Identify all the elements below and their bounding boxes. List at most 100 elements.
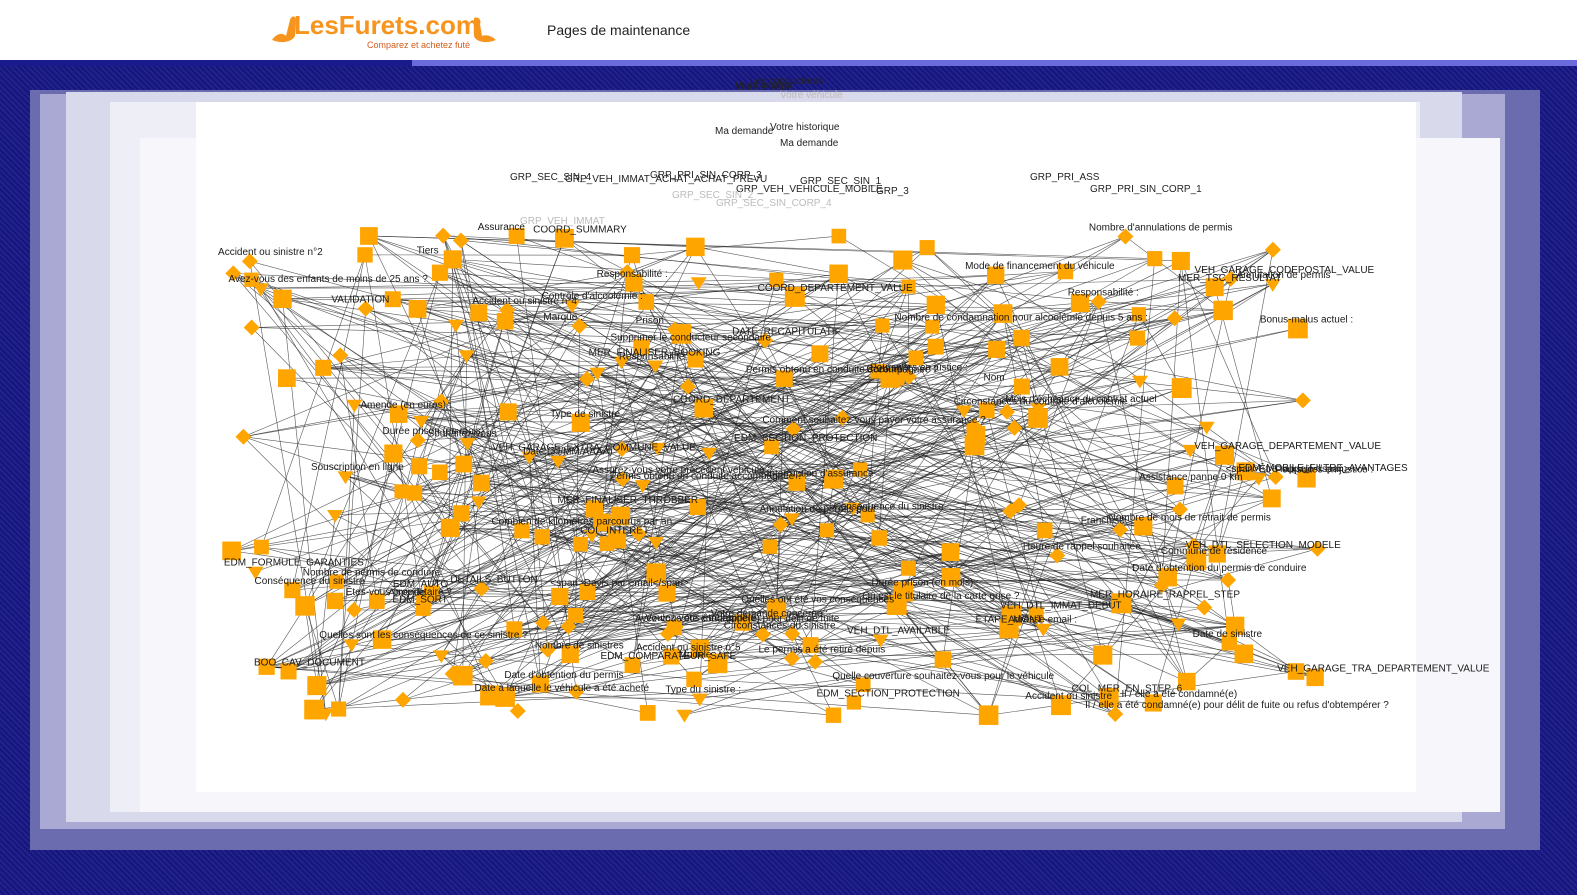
graph-node[interactable] <box>639 705 656 721</box>
graph-node[interactable] <box>927 338 944 355</box>
graph-node-label: Avez-vous des enfants de moins de 25 ans… <box>228 274 428 285</box>
graph-node[interactable] <box>926 295 945 315</box>
graph-node-label: EDM_COMPARATEUR_SAFE <box>600 651 736 662</box>
graph-node[interactable] <box>934 651 952 668</box>
dependency-graph[interactable]: <span>Être rappelé</span>COL_INTERETIl /… <box>0 66 1577 895</box>
lesfurets-logo[interactable]: LesFurets.com Comparez et achetez futé <box>268 6 500 54</box>
graph-node[interactable] <box>919 240 935 256</box>
graph-node-label: DETAILS_BUTTON <box>450 575 537 586</box>
graph-node[interactable] <box>440 519 458 537</box>
graph-node[interactable] <box>254 539 269 555</box>
graph-node[interactable] <box>1013 329 1030 347</box>
graph-node[interactable] <box>829 264 848 284</box>
group-header-label: Votre historique <box>770 122 840 133</box>
graph-node[interactable] <box>331 701 347 717</box>
graph-node[interactable] <box>431 264 449 281</box>
graph-node[interactable] <box>831 228 847 244</box>
graph-node-label: Tiers <box>417 245 439 256</box>
graph-node[interactable] <box>893 250 913 270</box>
graph-node-label: DATE_RECAPITULATIF <box>732 326 841 337</box>
graph-node[interactable] <box>1013 378 1030 395</box>
graph-node[interactable] <box>499 403 517 421</box>
graph-node-label: MER_FINALISER_THROBBER <box>558 495 699 506</box>
graph-node[interactable] <box>406 485 423 501</box>
graph-node[interactable] <box>273 289 292 308</box>
graph-node[interactable] <box>1050 358 1069 376</box>
graph-node[interactable] <box>964 435 985 456</box>
graph-node[interactable] <box>295 596 315 616</box>
graph-node[interactable] <box>762 539 778 554</box>
graph-edge <box>316 533 639 686</box>
graph-node-label: Date (JJ/MM/AAAA) <box>523 447 612 458</box>
graph-node[interactable] <box>315 359 332 376</box>
graph-node[interactable] <box>332 347 349 364</box>
graph-node-label: MER_FINALISER_BOOKING <box>589 347 721 358</box>
graph-node-label: MER_HORAIRE_RAPPEL_STEP <box>1090 589 1240 600</box>
graph-node[interactable] <box>599 536 615 551</box>
graph-node[interactable] <box>676 709 693 723</box>
graph-node[interactable] <box>326 592 344 610</box>
graph-node-label: Heure de rappel souhaitée <box>1023 541 1141 552</box>
graph-node[interactable] <box>1171 251 1190 270</box>
graph-node[interactable] <box>534 529 550 545</box>
graph-node[interactable] <box>871 530 887 546</box>
graph-node[interactable] <box>455 455 473 473</box>
graph-node[interactable] <box>304 699 324 720</box>
graph-node[interactable] <box>307 676 327 696</box>
graph-node[interactable] <box>1147 251 1163 267</box>
graph-edge <box>368 235 1181 262</box>
graph-node[interactable] <box>435 227 452 244</box>
graph-node[interactable] <box>1294 392 1311 409</box>
graph-node[interactable] <box>1213 300 1233 321</box>
graph-node[interactable] <box>1028 408 1048 428</box>
graph-node[interactable] <box>453 505 470 522</box>
graph-node[interactable] <box>278 369 296 388</box>
graph-node[interactable] <box>357 247 373 263</box>
graph-node[interactable] <box>988 340 1006 358</box>
graph-node[interactable] <box>875 318 890 333</box>
graph-node[interactable] <box>811 345 829 363</box>
graph-node[interactable] <box>551 587 569 606</box>
graph-node[interactable] <box>1220 571 1237 588</box>
graph-node[interactable] <box>690 277 707 290</box>
graph-node-label: Date d'obtention du permis <box>504 670 623 681</box>
graph-node[interactable] <box>686 237 705 257</box>
graph-node[interactable] <box>825 707 842 723</box>
graph-node-label: Prison <box>636 316 664 327</box>
graph-node-label: Interruption d'assurance <box>767 468 874 479</box>
graph-node-label: Souscription en ligne <box>311 462 404 473</box>
graph-edge <box>304 605 318 686</box>
graph-node[interactable] <box>433 650 450 664</box>
graph-node[interactable] <box>327 509 344 523</box>
graph-node[interactable] <box>1093 645 1113 665</box>
graph-node[interactable] <box>394 484 409 499</box>
graph-node[interactable] <box>820 523 835 538</box>
graph-node[interactable] <box>360 227 378 245</box>
graph-node[interactable] <box>384 444 403 463</box>
group-header-label: GRP_PRI_ASS <box>1030 172 1100 183</box>
graph-node[interactable] <box>1036 522 1053 539</box>
graph-node[interactable] <box>473 474 490 492</box>
graph-node[interactable] <box>624 247 641 264</box>
graph-node[interactable] <box>411 458 428 475</box>
graph-node-label: ETAPE_MONT <box>976 615 1043 626</box>
graph-node[interactable] <box>452 232 469 249</box>
graph-node[interactable] <box>1264 241 1281 258</box>
graph-node[interactable] <box>1130 330 1146 346</box>
graph-node[interactable] <box>447 319 464 333</box>
graph-node[interactable] <box>432 464 448 481</box>
graph-node[interactable] <box>343 639 360 653</box>
logo-tagline: Comparez et achetez futé <box>367 40 470 50</box>
graph-node[interactable] <box>1262 489 1281 508</box>
graph-node[interactable] <box>1234 644 1254 664</box>
graph-node-label: Franchise <box>1081 516 1125 527</box>
graph-node[interactable] <box>941 543 960 561</box>
graph-node[interactable] <box>1131 375 1148 389</box>
graph-node[interactable] <box>1171 378 1192 398</box>
graph-node[interactable] <box>573 536 588 552</box>
graph-node[interactable] <box>978 705 999 725</box>
graph-node-label: Type de sinistre <box>550 409 620 420</box>
graph-node[interactable] <box>408 300 427 318</box>
graph-node[interactable] <box>1196 599 1213 616</box>
graph-node[interactable] <box>900 560 916 576</box>
